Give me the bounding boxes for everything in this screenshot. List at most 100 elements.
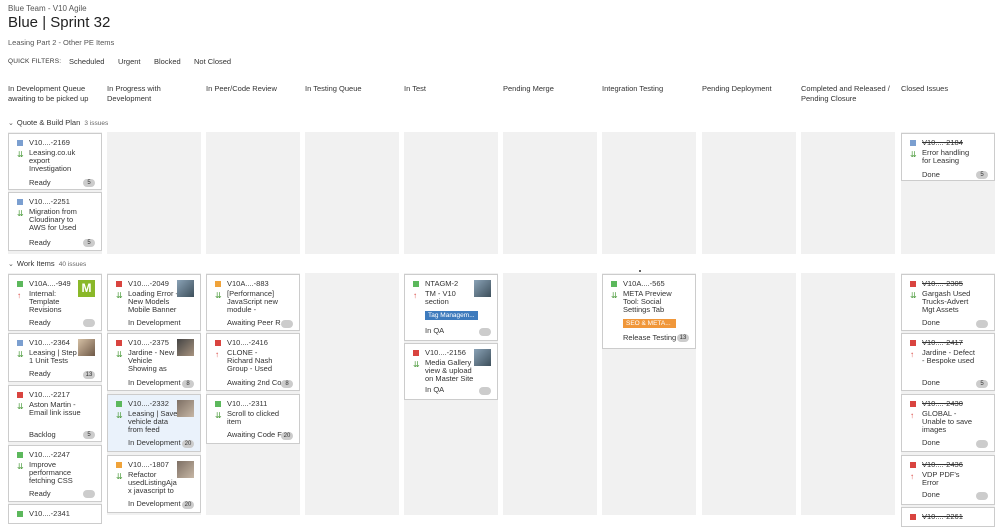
issue-status: Backlog — [29, 431, 56, 439]
estimate-badge — [976, 440, 988, 448]
issue-key[interactable]: V10A....-949 — [29, 280, 71, 288]
issue-key[interactable]: V10....-2332 — [128, 400, 169, 408]
story-points-badge: 5 — [83, 179, 95, 187]
story-points-badge: 20 — [182, 501, 194, 509]
story-points-badge: 13 — [677, 334, 689, 342]
issue-card[interactable]: V10....-2375 ⇊ Jardine - New Vehicle Sho… — [107, 333, 201, 391]
issue-key[interactable]: V10....-2375 — [128, 339, 169, 347]
estimate-badge — [281, 320, 293, 328]
issue-summary: Loading Error - New Models Mobile Banner — [128, 290, 179, 314]
issue-card[interactable]: V10A....-883 ⇊ [Performance] JavaScript … — [206, 274, 300, 331]
issue-card[interactable]: V10....-1807 ⇊ Refactor usedListingAja x… — [107, 455, 201, 513]
issue-key[interactable]: V10....-1807 — [128, 461, 169, 469]
breadcrumb[interactable]: Blue Team - V10 Agile — [8, 4, 87, 13]
issue-card[interactable]: NTAGM-2 ↑ TM - V10 section Tag Managem..… — [404, 274, 498, 341]
lane-cell — [206, 132, 300, 254]
issue-card[interactable]: V10....-2156 ⇊ Media Gallery view & uplo… — [404, 343, 498, 400]
issue-key[interactable]: NTAGM-2 — [425, 280, 458, 288]
swimlane-work-items[interactable]: ⌄ Work Items 40 issues — [8, 259, 86, 268]
issue-card[interactable]: V10....-2416 ↑ CLONE - Richard Nash Grou… — [206, 333, 300, 391]
estimate-badge — [976, 320, 988, 328]
issue-key[interactable]: V10....-2430 — [922, 400, 963, 408]
issue-card[interactable]: V10....-2430 ↑ GLOBAL - Unable to save i… — [901, 394, 995, 452]
issue-card[interactable]: V10....-2049 ⇊ Loading Error - New Model… — [107, 274, 201, 331]
lane-cell — [305, 132, 399, 254]
swimlane-title: Work Items — [16, 259, 55, 268]
quick-filter-not-closed[interactable]: Not Closed — [194, 57, 231, 66]
double-chevron-down-icon: ⇊ — [17, 150, 24, 159]
issue-card[interactable]: V10....-2261 — [901, 507, 995, 527]
chevron-down-icon[interactable]: ⌄ — [8, 119, 14, 127]
story-type-icon — [116, 401, 122, 407]
column-header-completed: Completed and Released / Pending Closure — [801, 84, 890, 103]
issue-key[interactable]: V10....-2169 — [29, 139, 70, 147]
story-points-badge: 5 — [976, 171, 988, 179]
quick-filter-scheduled[interactable]: Scheduled — [69, 57, 104, 66]
chevron-down-icon[interactable]: ⌄ — [8, 260, 14, 268]
issue-summary: TM - V10 section — [425, 290, 456, 306]
issue-card[interactable]: V10....-2169 ⇊ Leasing.co.uk export Inve… — [8, 133, 102, 190]
page-title: Blue | Sprint 32 — [8, 14, 111, 31]
issue-key[interactable]: V10....-2417 — [922, 339, 963, 347]
bug-type-icon — [910, 462, 916, 468]
issue-summary: Gargash Used Trucks-Advert Mgt Assets — [922, 290, 971, 314]
issue-status: Done — [922, 319, 940, 327]
issue-card[interactable]: V10....-2305 ⇊ Gargash Used Trucks-Adver… — [901, 274, 995, 331]
issue-key[interactable]: V10....-2049 — [128, 280, 169, 288]
issue-card[interactable]: V10A....-565 ⇊ META Preview Tool: Social… — [602, 274, 696, 349]
issue-card[interactable]: V10....-2217 ⇊ Aston Martin - Email link… — [8, 385, 102, 442]
issue-key[interactable]: V10....-2251 — [29, 198, 70, 206]
issue-card[interactable]: V10....-2436 ↑ VDP PDF's Error Done — [901, 455, 995, 505]
issue-key[interactable]: V10....-2436 — [922, 461, 963, 469]
issue-key[interactable]: V10A....-565 — [623, 280, 665, 288]
issue-key[interactable]: V10....-2261 — [922, 513, 963, 521]
issue-status: Ready — [29, 179, 51, 187]
epic-label[interactable]: SEO & META... — [623, 319, 676, 328]
issue-card[interactable]: V10....-2417 ↑ Jardine - Defect - Bespok… — [901, 333, 995, 391]
issue-card[interactable]: V10....-2251 ⇊ Migration from Cloudinary… — [8, 192, 102, 251]
issue-key[interactable]: V10A....-883 — [227, 280, 269, 288]
lane-cell — [702, 273, 796, 515]
estimate-badge — [479, 328, 491, 336]
improvement-type-icon — [215, 281, 221, 287]
issue-status: In Development — [128, 500, 181, 508]
lane-cell — [503, 132, 597, 254]
column-header-pending-deployment: Pending Deployment — [702, 84, 772, 93]
issue-key[interactable]: V10....-2184 — [922, 139, 963, 147]
bug-type-icon — [910, 401, 916, 407]
issue-card[interactable]: V10....-2364 ⇊ Leasing | Step 1 Unit Tes… — [8, 333, 102, 382]
quick-filter-blocked[interactable]: Blocked — [154, 57, 181, 66]
issue-status: Done — [922, 379, 940, 387]
epic-label[interactable]: Tag Managem... — [425, 311, 478, 320]
issue-status: Done — [922, 439, 940, 447]
double-chevron-down-icon: ⇊ — [17, 462, 24, 471]
issue-card[interactable]: V10A....-949 ↑ Internal: Template Revisi… — [8, 274, 102, 331]
issue-status: Done — [922, 491, 940, 499]
issue-status: Awaiting Code F — [227, 431, 282, 439]
issue-key[interactable]: V10....-2305 — [922, 280, 963, 288]
story-type-icon — [215, 401, 221, 407]
issue-summary: GLOBAL - Unable to save images — [922, 410, 973, 434]
column-header-in-progress: In Progress with Development — [107, 84, 161, 103]
double-chevron-down-icon: ⇊ — [215, 411, 222, 420]
issue-summary: [Performance] JavaScript new module - — [227, 290, 278, 314]
issue-card[interactable]: V10....-2311 ⇊ Scroll to clicked item Aw… — [206, 394, 300, 444]
quick-filter-urgent[interactable]: Urgent — [118, 57, 141, 66]
issue-key[interactable]: V10....-2416 — [227, 339, 268, 347]
issue-key[interactable]: V10....-2341 — [29, 510, 70, 518]
issue-card[interactable]: V10....-2247 ⇊ Improve performance fetch… — [8, 445, 102, 502]
issue-card[interactable]: V10....-2184 ⇊ Error handling for Leasin… — [901, 133, 995, 181]
issue-key[interactable]: V10....-2156 — [425, 349, 466, 357]
issue-card-selected[interactable]: V10....-2332 ⇊ Leasing | Save vehicle da… — [107, 394, 201, 452]
issue-key[interactable]: V10....-2217 — [29, 391, 70, 399]
double-chevron-down-icon: ⇊ — [116, 350, 123, 359]
lane-cell — [305, 273, 399, 515]
issue-summary: Aston Martin - Email link issue — [29, 401, 81, 417]
estimate-badge — [83, 490, 95, 498]
issue-key[interactable]: V10....-2311 — [227, 400, 267, 408]
swimlane-quote-build-plan[interactable]: ⌄ Quote & Build Plan 3 issues — [8, 118, 108, 127]
issue-key[interactable]: V10....-2364 — [29, 339, 70, 347]
issue-key[interactable]: V10....-2247 — [29, 451, 70, 459]
double-chevron-down-icon: ⇊ — [611, 291, 618, 300]
issue-card[interactable]: V10....-2341 — [8, 504, 102, 524]
